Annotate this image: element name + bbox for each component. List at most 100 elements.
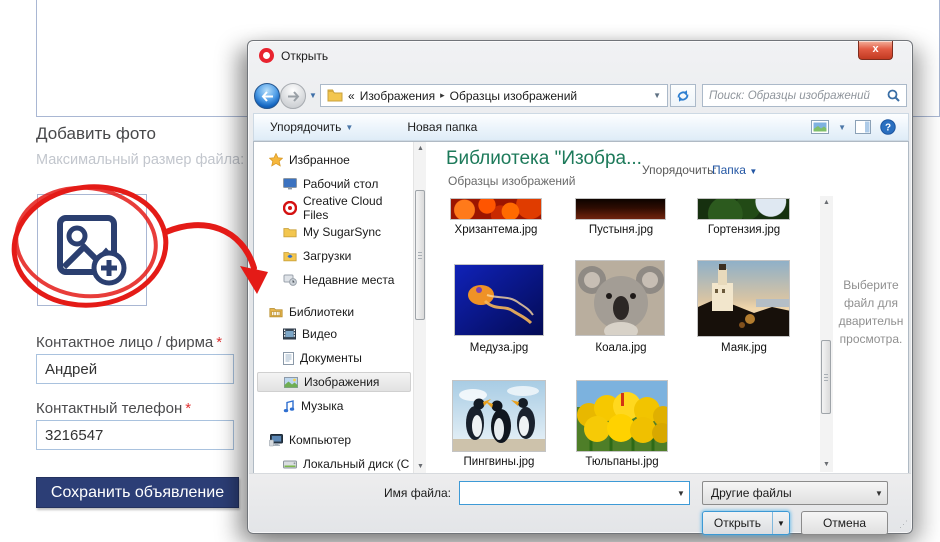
video-icon (283, 328, 296, 340)
dialog-title: Открыть (281, 49, 328, 63)
sidebar-item-creative-cloud[interactable]: Creative Cloud Files (257, 198, 411, 218)
command-toolbar: Упорядочить▼ Новая папка ▼ ? (253, 113, 909, 141)
back-button[interactable] (254, 83, 280, 109)
pictures-icon (284, 377, 298, 388)
sidebar-group-computer[interactable]: Компьютер (257, 430, 411, 450)
resize-grip-icon[interactable]: ⋰ (899, 519, 908, 530)
file-label[interactable]: Коала.jpg (557, 342, 685, 354)
forward-button[interactable] (280, 83, 306, 109)
breadcrumb[interactable]: « Изображения ▸ Образцы изображений ▼ (320, 84, 668, 107)
sidebar-item-local-disk-c[interactable]: Локальный диск (C (257, 454, 411, 474)
sidebar-item-videos[interactable]: Видео (257, 324, 411, 344)
open-split-dropdown-icon[interactable]: ▼ (772, 512, 789, 534)
disk-drive-icon (283, 459, 297, 470)
refresh-button[interactable] (670, 84, 696, 107)
chevron-down-icon[interactable]: ▼ (673, 489, 689, 498)
sidebar-item-music[interactable]: Музыка (257, 396, 411, 416)
scroll-up-icon[interactable]: ▲ (414, 142, 427, 156)
sidebar-item-documents[interactable]: Документы (257, 348, 411, 368)
breadcrumb-chevrons[interactable]: « (348, 89, 355, 103)
sidebar-item-pictures[interactable]: Изображения (257, 372, 411, 392)
file-thumbnail-tulips[interactable] (576, 380, 668, 452)
contact-name-input[interactable] (36, 354, 234, 384)
sidebar-group-libraries[interactable]: Библиотеки (257, 302, 411, 322)
recent-places-icon (283, 274, 297, 286)
files-scrollbar-thumb[interactable] (821, 340, 831, 414)
history-dropdown-icon[interactable]: ▼ (309, 91, 317, 100)
file-label[interactable]: Тюльпаны.jpg (558, 456, 686, 468)
breadcrumb-separator-icon: ▸ (440, 90, 445, 101)
file-thumbnail-jellyfish[interactable] (454, 264, 544, 336)
sidebar-scrollbar-thumb[interactable] (415, 190, 425, 320)
sidebar-item-downloads[interactable]: Загрузки (257, 246, 411, 266)
forward-arrow-icon (287, 91, 300, 102)
open-button[interactable]: Открыть ▼ (702, 511, 790, 535)
file-label[interactable]: Медуза.jpg (434, 342, 564, 354)
max-file-size-note: Максимальный размер файла: 1 (36, 152, 256, 168)
desktop-icon (283, 178, 297, 190)
contact-name-label: Контактное лицо / фирма* (36, 334, 222, 351)
filename-input[interactable] (460, 486, 673, 500)
files-scrollbar[interactable]: ▲ ▼ (820, 196, 833, 472)
search-icon[interactable] (887, 89, 900, 102)
scroll-up-icon[interactable]: ▲ (820, 196, 833, 210)
file-thumbnail-lighthouse[interactable] (697, 260, 790, 337)
scroll-down-icon[interactable]: ▼ (820, 458, 833, 472)
library-title: Библиотека "Изобра... (446, 148, 642, 170)
open-file-dialog: Открыть x ▼ « Изображения ▸ Образцы изоб… (247, 40, 913, 534)
breadcrumb-item-pictures[interactable]: Изображения (360, 89, 435, 103)
file-thumbnail-chrysanthemum[interactable] (450, 198, 542, 220)
preview-pane-text: Выберите файл для дварительн просмотра. (834, 276, 908, 348)
arrange-by-label: Упорядочить: (642, 163, 717, 177)
help-icon[interactable]: ? (880, 119, 896, 135)
file-label[interactable]: Пингвины.jpg (434, 456, 564, 468)
file-thumbnail-hydrangea[interactable] (697, 198, 790, 220)
sidebar-item-sugarsync[interactable]: My SugarSync (257, 222, 411, 242)
document-icon (283, 352, 294, 365)
file-label[interactable]: Хризантема.jpg (432, 224, 560, 236)
save-listing-button[interactable]: Сохранить объявление (36, 477, 239, 508)
scroll-down-icon[interactable]: ▼ (414, 460, 427, 474)
chevron-down-icon: ▼ (749, 167, 757, 176)
file-thumbnail-desert[interactable] (575, 198, 666, 220)
breadcrumb-dropdown-icon[interactable]: ▼ (653, 91, 661, 100)
file-label[interactable]: Пустыня.jpg (557, 224, 685, 236)
preview-pane-icon[interactable] (855, 120, 871, 134)
arrange-by-folder-dropdown[interactable]: Папка ▼ (712, 163, 757, 177)
file-thumbnail-koala[interactable] (575, 260, 665, 336)
sidebar-item-desktop[interactable]: Рабочий стол (257, 174, 411, 194)
close-button[interactable]: x (858, 41, 893, 60)
folder-icon (327, 89, 343, 102)
breadcrumb-item-sample-pictures[interactable]: Образцы изображений (450, 89, 577, 103)
back-arrow-icon (261, 91, 274, 102)
search-box[interactable] (702, 84, 907, 107)
downloads-folder-icon (283, 250, 297, 262)
search-input[interactable] (709, 90, 887, 102)
photo-upload-dropzone[interactable] (37, 194, 147, 306)
add-image-icon (53, 211, 131, 289)
filename-label: Имя файла: (309, 486, 451, 500)
contact-phone-input[interactable] (36, 420, 234, 450)
sidebar-scrollbar[interactable]: ▲ ▼ (413, 142, 426, 474)
new-folder-button[interactable]: Новая папка (407, 120, 477, 134)
computer-icon (269, 434, 283, 447)
file-browser-body: Избранное Рабочий стол Creative Cloud Fi… (253, 141, 909, 475)
file-label[interactable]: Гортензия.jpg (680, 224, 808, 236)
views-dropdown-icon[interactable]: ▼ (838, 123, 846, 132)
views-icon[interactable] (811, 120, 829, 134)
sidebar-item-recent-places[interactable]: Недавние места (257, 270, 411, 290)
cancel-button[interactable]: Отмена (801, 511, 888, 535)
organize-menu-button[interactable]: Упорядочить▼ (270, 120, 353, 134)
library-subtitle: Образцы изображений (448, 174, 575, 188)
refresh-icon (676, 89, 690, 103)
folder-icon (283, 226, 297, 238)
creative-cloud-icon (283, 201, 297, 215)
dialog-footer: Имя файла: ▼ Другие файлы ▼ Открыть ▼ От… (249, 473, 911, 532)
file-label[interactable]: Маяк.jpg (680, 342, 808, 354)
filetype-dropdown[interactable]: Другие файлы ▼ (702, 481, 888, 505)
filename-combo[interactable]: ▼ (459, 481, 690, 505)
music-note-icon (283, 400, 295, 413)
file-thumbnail-penguins[interactable] (452, 380, 546, 452)
sidebar-group-favorites[interactable]: Избранное (257, 150, 411, 170)
chevron-down-icon: ▼ (871, 489, 887, 498)
